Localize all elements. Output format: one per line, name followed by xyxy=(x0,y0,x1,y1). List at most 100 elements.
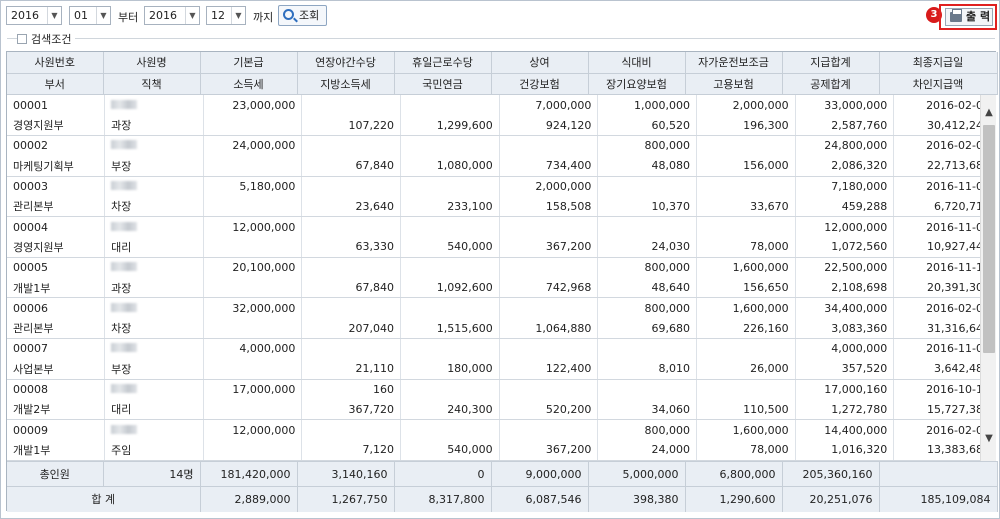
table-cell: 2016-11-04 xyxy=(893,338,980,359)
column-header[interactable]: 휴일근로수당 xyxy=(394,52,492,74)
table-cell: 부장 xyxy=(104,358,204,380)
chevron-down-icon[interactable]: ▼ xyxy=(185,7,199,24)
chevron-down-icon[interactable]: ▼ xyxy=(47,7,61,24)
grid-header: 사원번호 사원명 기본급 연장야간수당 휴일근로수당 상여 식대비 자가운전보조금 지급합계 최종… xyxy=(7,52,998,95)
table-cell: 00006 xyxy=(7,297,106,319)
table-row[interactable]: 0000412,000,00012,000,0002016-11-04 xyxy=(7,216,980,238)
table-cell: 00008 xyxy=(7,379,106,400)
footer-sum-value: 6,087,546 xyxy=(491,486,589,512)
scrollbar-thumb[interactable] xyxy=(983,125,995,353)
table-cell: 23,000,000 xyxy=(203,95,303,116)
table-row[interactable]: 관리본부 차장 23,640 233,100 158,508 10,370 33,670 45… xyxy=(7,196,980,218)
table-row[interactable]: 개발1부 주임 7,120 540,000 367,200 24,000 78,000 1,0… xyxy=(7,440,980,461)
table-row[interactable]: 000074,000,0004,000,0002016-11-04 xyxy=(7,338,980,359)
search-button[interactable]: 조회 xyxy=(278,5,327,26)
table-cell: 110,500 xyxy=(696,399,796,421)
column-subheader[interactable]: 지방소득세 xyxy=(297,73,395,95)
chevron-down-icon[interactable]: ▼ xyxy=(96,7,110,24)
table-row[interactable]: 개발1부 과장 67,840 1,092,600 742,968 48,640 156,65… xyxy=(7,277,980,299)
table-cell: 924,120 xyxy=(499,115,599,137)
to-year-select[interactable]: 2016 ▼ xyxy=(144,6,200,25)
column-subheader[interactable]: 공제합계 xyxy=(782,73,880,95)
table-row[interactable]: 마케팅기획부 부장 67,840 1,080,000 734,400 48,080 156,… xyxy=(7,155,980,177)
table-cell: 33,670 xyxy=(696,196,796,218)
column-header[interactable]: 연장야간수당 xyxy=(297,52,395,74)
table-row[interactable]: 00009 12,000,000 800,000 1,600,000 14,400,00… xyxy=(7,419,980,441)
table-cell xyxy=(203,115,303,137)
grid-body: 00001 23,000,000 7,000,000 1,000,000 2,000,0… xyxy=(7,95,980,461)
column-header[interactable]: 사원명 xyxy=(103,52,201,74)
column-header[interactable]: 기본급 xyxy=(200,52,298,74)
table-cell: 800,000 xyxy=(597,135,697,156)
table-cell xyxy=(696,176,796,197)
table-row[interactable]: 00001 23,000,000 7,000,000 1,000,000 2,000,0… xyxy=(7,95,980,116)
table-row[interactable]: 경영지원부 과장 107,220 1,299,600 924,120 60,520 196,… xyxy=(7,115,980,137)
table-cell: 2,086,320 xyxy=(795,155,895,177)
column-header[interactable]: 사원번호 xyxy=(7,52,104,74)
table-cell: 00002 xyxy=(7,135,106,156)
print-button[interactable]: 출 력 xyxy=(945,8,993,26)
to-month-select[interactable]: 12 ▼ xyxy=(206,6,246,25)
table-row[interactable]: 00008 17,000,000160 17,000,1602016-10-14 xyxy=(7,379,980,400)
scroll-down-icon[interactable]: ▼ xyxy=(981,431,997,447)
table-cell: 사업본부 xyxy=(7,358,106,380)
table-row[interactable]: 00005 20,100,000 800,000 1,600,000 22,500,00… xyxy=(7,257,980,278)
column-header[interactable]: 상여 xyxy=(491,52,589,74)
table-row[interactable]: 00006 32,000,000 800,000 1,600,000 34,400,00… xyxy=(7,297,980,319)
to-month-value: 12 xyxy=(211,9,225,22)
table-cell xyxy=(400,297,500,319)
table-row[interactable]: 개발2부 대리 367,720 240,300 520,200 34,060 110,500… xyxy=(7,399,980,421)
chevron-down-icon[interactable]: ▼ xyxy=(231,7,245,24)
column-subheader[interactable]: 국민연금 xyxy=(394,73,492,95)
column-subheader[interactable]: 소득세 xyxy=(200,73,298,95)
table-cell: 3,083,360 xyxy=(795,318,895,340)
footer-sum-value: 20,251,076 xyxy=(782,486,880,512)
table-cell: 관리본부 xyxy=(7,196,106,218)
table-cell: 24,000,000 xyxy=(203,135,303,156)
column-header[interactable]: 지급합계 xyxy=(782,52,880,74)
table-cell xyxy=(499,379,599,400)
redacted-name xyxy=(111,99,138,109)
column-subheader[interactable]: 차인지급액 xyxy=(879,73,998,95)
table-cell xyxy=(499,135,599,156)
column-subheader[interactable]: 장기요양보험 xyxy=(588,73,686,95)
table-row[interactable]: 00002 24,000,000 800,000 24,800,000 2016-02-… xyxy=(7,135,980,156)
table-cell: 8,010 xyxy=(597,358,697,380)
table-cell xyxy=(400,379,500,400)
footer-total-count: 14명 xyxy=(103,461,201,487)
table-cell: 개발2부 xyxy=(7,399,106,421)
column-header[interactable]: 자가운전보조금 xyxy=(685,52,783,74)
table-cell xyxy=(499,297,599,319)
table-cell: 1,299,600 xyxy=(400,115,500,137)
scroll-up-icon[interactable]: ▲ xyxy=(981,105,997,121)
table-cell xyxy=(203,155,303,177)
column-subheader[interactable]: 고용보험 xyxy=(685,73,783,95)
search-condition-toggle[interactable]: 검색조건 xyxy=(17,31,76,47)
table-cell: 00003 xyxy=(7,176,106,197)
column-header[interactable]: 최종지급일 xyxy=(879,52,998,74)
table-row[interactable]: 경영지원부 대리 63,330 540,000 367,200 24,030 78,000 1… xyxy=(7,237,980,258)
table-cell: 00007 xyxy=(7,338,106,359)
column-subheader[interactable]: 직책 xyxy=(103,73,201,95)
table-row[interactable]: 관리본부 차장 207,040 1,515,600 1,064,880 69,680 226… xyxy=(7,318,980,340)
checkbox-icon[interactable] xyxy=(17,34,27,44)
table-cell: 69,680 xyxy=(597,318,697,340)
table-cell: 459,288 xyxy=(795,196,895,218)
from-month-select[interactable]: 01 ▼ xyxy=(69,6,111,25)
table-row[interactable]: 00003 5,180,000 2,000,000 7,180,000 2016-11-… xyxy=(7,176,980,197)
column-header[interactable]: 식대비 xyxy=(588,52,686,74)
table-cell xyxy=(400,95,500,116)
payroll-window: 2016 ▼ 01 ▼ 부터 2016 ▼ 12 ▼ 까지 조회 3 출 력 검색조건 … xyxy=(0,0,1000,519)
from-year-select[interactable]: 2016 ▼ xyxy=(6,6,62,25)
table-cell: 2016-11-04 xyxy=(893,176,980,197)
table-cell: 4,000,000 xyxy=(795,338,895,359)
table-cell xyxy=(696,338,796,359)
column-subheader[interactable]: 부서 xyxy=(7,73,104,95)
vertical-scrollbar[interactable]: ▲ ▼ xyxy=(980,95,996,461)
table-cell: 22,713,680 xyxy=(893,155,980,177)
table-cell xyxy=(696,216,796,238)
table-cell xyxy=(400,176,500,197)
table-row[interactable]: 사업본부 부장 21,110 180,000 122,400 8,010 26,000 357… xyxy=(7,358,980,380)
table-cell: 1,000,000 xyxy=(597,95,697,116)
column-subheader[interactable]: 건강보험 xyxy=(491,73,589,95)
